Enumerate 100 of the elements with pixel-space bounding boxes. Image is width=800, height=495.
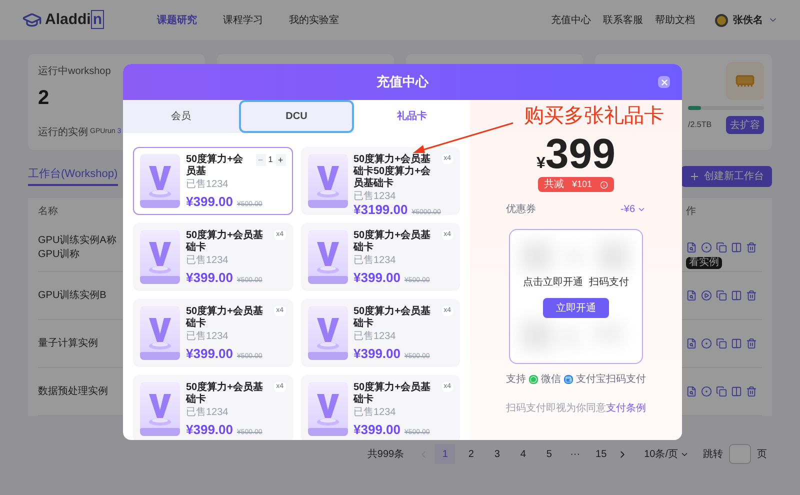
page-button[interactable]: 5 bbox=[539, 444, 560, 464]
close-icon bbox=[660, 78, 668, 86]
copy-icon[interactable] bbox=[716, 338, 727, 349]
play-icon[interactable] bbox=[701, 290, 712, 301]
sold-count: 已售1234 bbox=[354, 191, 397, 203]
page-button[interactable]: 15 bbox=[591, 444, 612, 464]
sold-count: 已售1234 bbox=[354, 331, 397, 343]
support-label: 支持 bbox=[506, 372, 526, 387]
nav-link[interactable]: 我的实验室 bbox=[289, 12, 339, 28]
product-drawing bbox=[140, 306, 180, 360]
discount-amount: ¥101 bbox=[572, 178, 592, 191]
copy-icon[interactable] bbox=[716, 242, 727, 253]
columns-icon[interactable] bbox=[731, 242, 742, 253]
record-icon[interactable] bbox=[701, 338, 712, 349]
card-title: 50度算力+会员基础卡 bbox=[354, 306, 432, 330]
header-link[interactable]: 帮助文档 bbox=[655, 12, 695, 28]
columns-icon[interactable] bbox=[731, 338, 742, 349]
sold-count: 已售1234 bbox=[186, 407, 230, 419]
alipay-label: 支付宝扫码支付 bbox=[576, 372, 646, 387]
dialog-title: 充值中心 bbox=[376, 73, 428, 92]
table-cell-text: 量子计算实例 bbox=[38, 336, 99, 350]
price: ¥399.00 bbox=[354, 271, 400, 284]
header-link[interactable]: 联系客服 bbox=[603, 12, 643, 28]
file-search-icon[interactable] bbox=[686, 386, 697, 397]
card-title: 50度算力+会员基 bbox=[186, 154, 244, 178]
workspace-tab[interactable]: 工作台(Workshop) bbox=[28, 166, 118, 186]
product-drawing bbox=[308, 306, 348, 360]
stat-title: 运行中workshop bbox=[38, 64, 112, 79]
page-size-select[interactable]: 10条/页 bbox=[644, 446, 689, 462]
sold-count: 已售1234 bbox=[186, 255, 230, 267]
sold-count: 已售1234 bbox=[354, 255, 397, 267]
chat-bubble-icon bbox=[529, 375, 538, 384]
quantity-value: 1 bbox=[267, 154, 274, 166]
file-search-icon[interactable] bbox=[686, 338, 697, 349]
nav-link[interactable]: 课程学习 bbox=[223, 12, 263, 28]
sold-count: 已售1234 bbox=[186, 179, 230, 191]
trash-icon[interactable] bbox=[746, 290, 757, 301]
columns-icon[interactable] bbox=[731, 290, 742, 301]
header-link[interactable]: 充值中心 bbox=[551, 12, 591, 28]
stat-footer-label: 运行的实例 bbox=[38, 126, 88, 140]
storage-reading: /2.5TB bbox=[688, 119, 712, 131]
price: ¥399.00 bbox=[186, 347, 233, 360]
trash-icon[interactable] bbox=[746, 386, 757, 397]
copy-icon[interactable] bbox=[716, 386, 727, 397]
dialog-tab[interactable]: 会员 bbox=[123, 100, 239, 133]
copy-icon[interactable] bbox=[716, 290, 727, 301]
terms-text: 扫码支付即视为你同意 bbox=[506, 402, 606, 416]
user-name[interactable]: 张佚名 bbox=[733, 12, 763, 28]
activate-button[interactable]: 立即开通 bbox=[543, 298, 609, 318]
info-icon bbox=[600, 180, 608, 188]
card-title: 50度算力+会员基础卡 bbox=[186, 382, 264, 406]
card-title: 50度算力+会员基础卡50度算力+会员基础卡 bbox=[354, 154, 432, 190]
product-drawing bbox=[308, 382, 348, 436]
terms-link[interactable]: 支付条例 bbox=[606, 401, 646, 416]
sold-count: 已售1234 bbox=[354, 407, 397, 419]
plus-icon bbox=[689, 170, 700, 182]
trash-icon[interactable] bbox=[746, 242, 757, 253]
jump-label: 跳转 bbox=[703, 448, 723, 462]
page-button[interactable]: 2 bbox=[461, 444, 482, 464]
nav-link[interactable]: 课题研究 bbox=[157, 12, 197, 28]
page-input[interactable] bbox=[729, 444, 751, 464]
tooltip: 看实例 bbox=[686, 257, 722, 269]
coupon-select[interactable]: -¥6 bbox=[620, 202, 646, 217]
price: ¥399.00 bbox=[186, 195, 233, 208]
chevron-down-icon bbox=[637, 205, 646, 214]
price: ¥399.00 bbox=[354, 423, 400, 436]
columns-icon[interactable] bbox=[731, 386, 742, 397]
increment-button[interactable]: + bbox=[276, 154, 286, 166]
page-button[interactable]: ··· bbox=[565, 444, 586, 464]
product-drawing bbox=[308, 230, 348, 284]
dialog-tab[interactable]: DCU bbox=[238, 100, 354, 133]
page-button[interactable]: 4 bbox=[513, 444, 534, 464]
trash-icon[interactable] bbox=[746, 338, 757, 349]
create-workspace-button[interactable]: 创建新工作台 bbox=[681, 166, 772, 186]
dialog-tab[interactable]: 礼品卡 bbox=[354, 100, 470, 133]
logo-text: Aladdi n bbox=[45, 8, 104, 31]
card-title: 50度算力+会员基础卡 bbox=[354, 230, 432, 254]
total-count: 共999条 bbox=[367, 448, 404, 462]
column-header: 作 bbox=[686, 204, 696, 218]
table-cell-text: GPU训练实例A称GPU训称 bbox=[38, 234, 118, 262]
column-header: 名称 bbox=[38, 204, 58, 218]
table-cell-text: GPU训练实例B bbox=[38, 288, 108, 302]
card-title: 50度算力+会员基础卡 bbox=[186, 230, 264, 254]
avatar[interactable] bbox=[715, 14, 728, 26]
card-title: 50度算力+会员基础卡 bbox=[186, 306, 264, 330]
price: ¥399.00 bbox=[354, 347, 400, 360]
price: ¥3199.00 bbox=[354, 203, 408, 216]
price: ¥399.00 bbox=[186, 423, 233, 436]
record-icon[interactable] bbox=[701, 242, 712, 253]
page-button[interactable]: 3 bbox=[487, 444, 508, 464]
file-search-icon[interactable] bbox=[686, 242, 697, 253]
close-button[interactable] bbox=[658, 76, 670, 88]
record-icon[interactable] bbox=[701, 386, 712, 397]
wechat-label: 微信 bbox=[541, 373, 561, 387]
discount-label: 共减 bbox=[544, 178, 564, 192]
stat-value: 2 bbox=[38, 86, 50, 111]
file-search-icon[interactable] bbox=[686, 290, 697, 301]
product-drawing bbox=[140, 230, 180, 284]
product-drawing bbox=[308, 154, 348, 208]
expand-button[interactable]: 去扩容 bbox=[726, 116, 764, 134]
